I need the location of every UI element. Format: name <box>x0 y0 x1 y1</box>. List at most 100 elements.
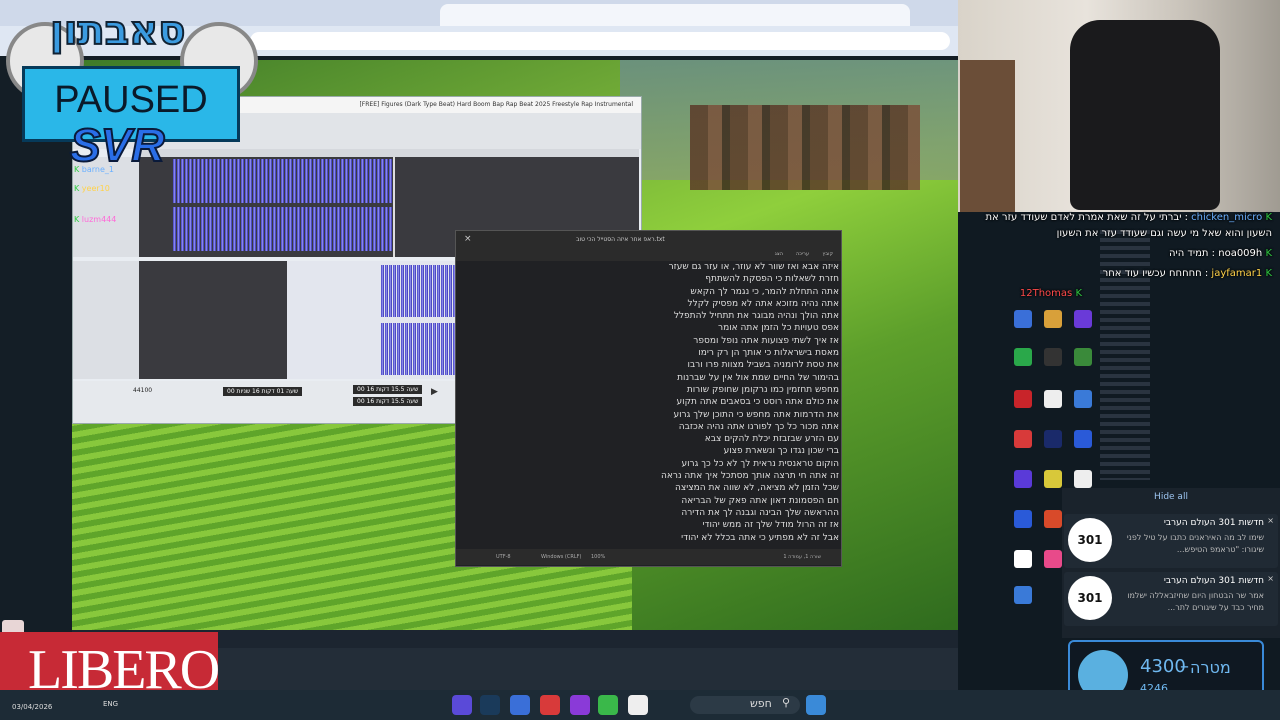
file-explorer-icon[interactable] <box>628 695 648 715</box>
app-icon[interactable] <box>510 695 530 715</box>
notepad-line: אפס טעויות כל הזמן אתה אומר <box>718 323 839 334</box>
project-rate[interactable]: 44100 <box>133 387 152 394</box>
notification-body: אמר שר הבטחון היום שחיזבאללה ישלמו מחיר … <box>1127 591 1264 612</box>
chat-overlay-right: יברתי על זה שאת אמרת לאדם שעודד עזר את :… <box>972 212 1272 302</box>
app-icon[interactable] <box>1044 550 1062 568</box>
steam-icon[interactable] <box>480 695 500 715</box>
track-2-header[interactable] <box>73 261 139 379</box>
close-icon[interactable]: × <box>464 234 472 244</box>
notepad-line: אז איך לשתי פצועות אתה נופל ומספר <box>693 335 839 346</box>
svr-label: SVR <box>69 118 166 172</box>
app-icon[interactable] <box>1044 390 1062 408</box>
notepad-line: שכל הזמן לא מציאה, לא שווה את המציצה <box>675 483 839 494</box>
notification-body: שימו לב מה האיראנים כתבו על טיל לפני שיג… <box>1126 533 1264 554</box>
windows-start-icon[interactable] <box>806 695 826 715</box>
news-logo: 301 <box>1068 576 1112 620</box>
notepad-line: את טסת לרומניה בשביל מצוות פרו ורבו <box>687 360 839 371</box>
app-icon[interactable] <box>1014 586 1032 604</box>
app-icon[interactable] <box>1044 470 1062 488</box>
menu-view[interactable]: הצג <box>775 251 783 257</box>
wallpaper-village <box>690 105 920 190</box>
app-icon[interactable] <box>1074 310 1092 328</box>
browser-active-tab[interactable] <box>440 4 910 26</box>
notepad-menu[interactable]: קובץ עריכה הצג <box>456 249 841 261</box>
notepad-line: אבל זה לא מפתיע כי אתה בכלל לא יהודי <box>681 532 839 543</box>
browser-address-bar[interactable] <box>250 32 950 50</box>
notification-panel: Hide all 301 חדשות 301 העולם הערבי שימו … <box>1062 488 1280 638</box>
brave-icon[interactable] <box>1044 510 1062 528</box>
chat-message: 12Thomas K <box>1019 288 1082 299</box>
hide-all-button[interactable]: Hide all <box>1062 492 1280 502</box>
menu-edit[interactable]: עריכה <box>796 251 809 257</box>
chat-message: חחחחח עכשיו עוד אחר : jayfamar1 K <box>1102 268 1272 279</box>
menu-file[interactable]: קובץ <box>823 251 834 257</box>
close-icon[interactable]: × <box>1267 516 1274 525</box>
app-icon[interactable] <box>1014 510 1032 528</box>
webcam-chair <box>1070 20 1220 210</box>
discord-icon[interactable] <box>452 695 472 715</box>
notepad-title-bar: ראפ אחר איזה הסטייל הכי טוב.txt × <box>456 231 841 249</box>
app-icon[interactable] <box>1074 430 1092 448</box>
channel-logo: סאבתון <box>49 7 186 55</box>
notepad-line: אתה נהיה מזוכא אתה לא מפסיק לקלל <box>687 298 839 309</box>
notification-title: חדשות 301 העולם הערבי <box>1163 576 1264 586</box>
status-position: שורה 1, עמודה 1 <box>783 554 821 560</box>
notepad-line: מאסת בישראלות כי אותך הן רק רימו <box>698 348 839 359</box>
notepad-line: אתה התחלת להמר, כי נגמר לך הקאש <box>690 286 839 297</box>
notepad-status-bar: UTF-8 Windows (CRLF) 100% שורה 1, עמודה … <box>456 549 841 565</box>
play-icon[interactable]: ▶ <box>431 387 438 397</box>
app-icon[interactable] <box>1044 310 1062 328</box>
chat-user: K yeer10 <box>74 184 110 193</box>
news-logo: 301 <box>1068 518 1112 562</box>
notepad-line: אז זה הרול מודל שלך זה ממש יהודי <box>702 520 839 531</box>
pdf-icon[interactable] <box>1014 390 1032 408</box>
chat-message: יברתי על זה שאת אמרת לאדם שעודד עזר את :… <box>985 212 1272 223</box>
taskbar-language[interactable]: ENG <box>103 700 118 708</box>
notepad-line: חם הפסמונת דאון אתה פאק של הבריאה <box>681 495 839 506</box>
chat-message: תמיד היה : noa009h K <box>1168 248 1272 259</box>
taskbar-date: 03/04/2026 <box>12 703 53 711</box>
app-icon[interactable] <box>1074 348 1092 366</box>
status-encoding: UTF-8 <box>496 554 511 560</box>
taskbar-search-label: חפש <box>750 697 772 710</box>
selection-end[interactable]: 00 שעה 15.5 דקות 16 <box>353 397 423 406</box>
notepad-line: חזרת לשאלות כי הפסקת להשתתף <box>705 274 839 285</box>
notepad-window[interactable]: ראפ אחר איזה הסטייל הכי טוב.txt × קובץ ע… <box>455 230 842 567</box>
notification-card[interactable]: 301 חדשות 301 העולם הערבי אמר שר הבטחון … <box>1064 572 1278 626</box>
notepad-line: בהימור של החיים שמת אול אין על שברנות <box>677 372 839 383</box>
photoshop-icon[interactable] <box>1044 430 1062 448</box>
app-icon[interactable] <box>1014 310 1032 328</box>
paused-label: PAUSED <box>54 79 208 121</box>
chat-user: K barne_1 <box>74 165 115 174</box>
notepad-line: איזה אבא ואז שוור לא עוזר, או עזר גם שעז… <box>668 262 839 272</box>
meta-icon[interactable] <box>1074 470 1092 488</box>
notepad-title: ראפ אחר איזה הסטייל הכי טוב.txt <box>576 236 665 243</box>
search-icon: ⚲ <box>782 696 791 709</box>
chrome-icon[interactable] <box>598 695 618 715</box>
goal-target: 4300 <box>1140 656 1186 677</box>
notepad-text-area[interactable]: איזה אבא ואז שוור לא עוזר, או עזר גם שעז… <box>464 261 839 546</box>
notepad-line: את הדרמות אתה מחפש כי התוכן שלך גרוע <box>673 409 839 420</box>
app-icon[interactable] <box>1014 430 1032 448</box>
notepad-line: מחפש תחזמין כמו נרקומן שחופק שורות <box>686 384 839 395</box>
app-icon[interactable] <box>1014 550 1032 568</box>
notepad-line: את כולם אתה רוסט כי בסאבים אתה תקוע <box>676 397 840 408</box>
app-icon[interactable] <box>1014 348 1032 366</box>
notification-title: חדשות 301 העולם הערבי <box>1163 518 1264 528</box>
close-icon[interactable]: × <box>1267 574 1274 583</box>
app-icon[interactable] <box>540 695 560 715</box>
timeline-ruler[interactable] <box>139 149 639 157</box>
selection-start[interactable]: 00 שעה 15.5 דקות 16 <box>353 385 423 394</box>
notepad-line: ברי שכון נגדו כך ונשארת פצוע <box>723 446 839 457</box>
notepad-line: אתה מכור כל כך לפורנו אתה נהיה אכזבה <box>678 421 839 432</box>
chrome-icon[interactable] <box>1074 390 1092 408</box>
app-icon[interactable] <box>570 695 590 715</box>
app-icon[interactable] <box>1014 470 1032 488</box>
notification-card[interactable]: 301 חדשות 301 העולם הערבי שימו לב מה האי… <box>1064 514 1278 568</box>
goal-label: מטרה <box>1190 658 1231 677</box>
chat-overlay-left: K barne_1 K yeer10 K luzm444 <box>74 165 414 225</box>
chat-message: השעון והוא שאל מי עשה וגם שעודד עזר את ה… <box>1056 228 1272 239</box>
app-icon[interactable] <box>1044 348 1062 366</box>
goal-dash: – <box>1180 656 1189 677</box>
status-zoom: 100% <box>591 554 606 560</box>
